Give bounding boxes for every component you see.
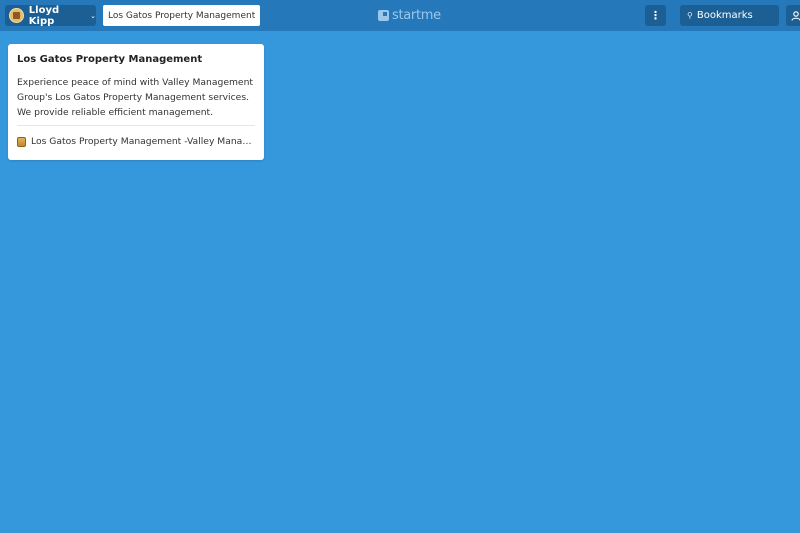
search-placeholder: Bookmarks	[696, 10, 753, 21]
user-name: Lloyd Kipp	[28, 4, 60, 27]
user-menu-button[interactable]: Lloyd Kipp ⌄	[5, 4, 96, 27]
favicon-icon	[17, 136, 26, 147]
top-bar: Lloyd Kipp ⌄ Los Gatos Property Manageme…	[0, 0, 800, 31]
logo-text: startme	[392, 8, 441, 23]
bookmark-widget: Los Gatos Property Management Experience…	[8, 44, 264, 160]
person-icon	[791, 10, 800, 21]
search-icon: ⚲	[687, 11, 693, 20]
logo-mark-icon	[378, 10, 389, 21]
widget-title: Los Gatos Property Management	[17, 54, 203, 65]
page-tab[interactable]: Los Gatos Property Management	[103, 5, 261, 26]
widget-description: Experience peace of mind with Valley Man…	[17, 75, 255, 126]
page-tab-label: Los Gatos Property Management	[108, 10, 256, 21]
vertical-dots-icon: ⋮	[650, 9, 661, 22]
avatar	[9, 8, 24, 23]
more-options-button[interactable]: ⋮	[645, 5, 666, 26]
bookmark-label: Los Gatos Property Management -Valley Ma…	[31, 136, 255, 147]
chevron-down-icon: ⌄	[90, 11, 96, 20]
startme-logo[interactable]: startme	[378, 8, 441, 23]
account-button[interactable]	[786, 5, 800, 26]
search-bookmarks-field[interactable]: ⚲ Bookmarks	[680, 5, 779, 26]
bookmark-link[interactable]: Los Gatos Property Management -Valley Ma…	[17, 136, 255, 147]
